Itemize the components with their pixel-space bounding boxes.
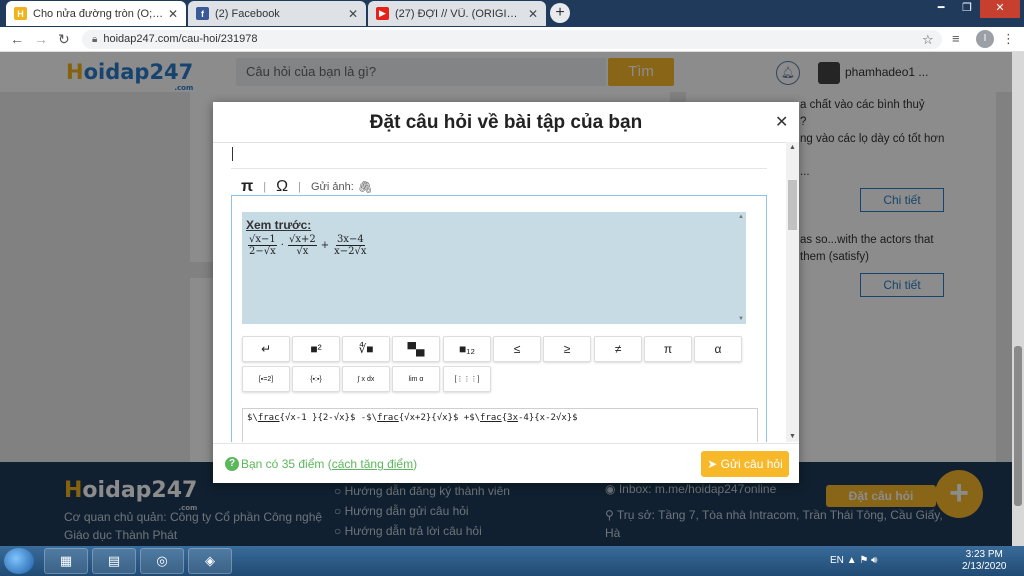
send-icon: ➤: [707, 457, 718, 471]
points-info: Bạn có 35 điểm (cách tăng điểm): [241, 457, 418, 471]
math-editor: Xem trước: √x−1 2−√x · √x+2 √x + 3x−4 x−2√x…: [231, 195, 767, 442]
subscript-key[interactable]: ■₁₂: [443, 336, 491, 362]
close-icon[interactable]: ✕: [528, 7, 538, 21]
back-icon[interactable]: ←: [10, 31, 24, 47]
upload-image-label: Gửi ảnh:: [310, 181, 354, 193]
alpha-key[interactable]: α: [694, 336, 742, 362]
garena-icon[interactable]: ◈: [188, 548, 232, 574]
scroll-up-arrow[interactable]: ▲: [738, 214, 744, 220]
hoidap-icon: H: [14, 7, 27, 20]
preview-panel: Xem trước: √x−1 2−√x · √x+2 √x + 3x−4 x−2√x…: [242, 212, 746, 324]
matrix-key[interactable]: [⋮⋮⋮]: [443, 366, 491, 392]
preview-formula: √x−1 2−√x · √x+2 √x + 3x−4 x−2√x: [248, 234, 367, 257]
latex-input[interactable]: $\frac{√x-1 }{2-√x}$ -$\frac{√x+2}{√x}$ …: [242, 408, 758, 442]
modal-footer: ? Bạn có 35 điểm (cách tăng điểm) ➤ Gửi …: [213, 443, 799, 483]
question-mark-icon: ?: [225, 457, 239, 471]
paperclip-icon[interactable]: 🖇︎: [358, 180, 373, 194]
language-indicator[interactable]: EN: [830, 555, 844, 566]
ask-question-modal: Đặt câu hỏi về bài tập của bạn ✕ π | Ω |…: [213, 102, 799, 483]
submit-question-button[interactable]: ➤ Gửi câu hỏi: [701, 451, 789, 477]
power-key[interactable]: ■²: [292, 336, 340, 362]
symbol-omega-button[interactable]: Ω: [276, 178, 288, 196]
close-window-button[interactable]: ✕: [980, 0, 1020, 18]
integral-key[interactable]: ∫ x dx: [342, 366, 390, 392]
volume-icon[interactable]: 🔊︎: [871, 555, 877, 566]
os-taskbar: ▦ ▤ ◎ ◈ EN ▲ ⚑ 🔊︎ 3:23 PM 2/13/2020: [0, 546, 1024, 576]
network-icon[interactable]: ⚑: [859, 555, 868, 566]
scroll-down-arrow[interactable]: ▼: [738, 316, 744, 322]
chrome-icon[interactable]: ◎: [140, 548, 184, 574]
file-explorer-icon[interactable]: ▦: [44, 548, 88, 574]
url-field[interactable]: 🔒︎ hoidap247.com/cau-hoi/231978: [82, 30, 942, 49]
fraction: √x+2 √x: [287, 234, 317, 257]
text-caret: [232, 147, 233, 161]
earn-points-link[interactable]: cách tăng điểm: [332, 457, 413, 471]
bookmark-star-icon[interactable]: ☆: [922, 32, 934, 48]
forward-icon[interactable]: →: [34, 31, 48, 47]
system-tray: EN ▲ ⚑ 🔊︎: [830, 555, 877, 566]
start-button[interactable]: [4, 548, 34, 574]
system-key[interactable]: [▪=2]: [242, 366, 290, 392]
system-clock[interactable]: 3:23 PM 2/13/2020: [962, 549, 1007, 573]
minimize-button[interactable]: ━: [928, 0, 954, 18]
question-title-input[interactable]: [231, 143, 767, 169]
fraction-key[interactable]: ▀▄: [392, 336, 440, 362]
fraction: √x−1 2−√x: [248, 234, 277, 257]
newline-key[interactable]: ↵: [242, 336, 290, 362]
modal-body: π | Ω | Gửi ảnh: 🖇︎ Xem trước: √x−1 2−√x …: [213, 142, 799, 442]
scrollbar-thumb[interactable]: [1014, 346, 1022, 506]
tab-hoidap[interactable]: H Cho nửa đường tròn (O;R) đường ✕: [6, 1, 186, 26]
modal-title: Đặt câu hỏi về bài tập của bạn: [369, 112, 643, 133]
preview-label: Xem trước:: [246, 218, 312, 232]
scrollbar-thumb[interactable]: [788, 180, 797, 230]
facebook-icon: f: [196, 7, 209, 20]
close-icon[interactable]: ✕: [348, 7, 358, 21]
less-equal-key[interactable]: ≤: [493, 336, 541, 362]
fraction: 3x−4 x−2√x: [334, 234, 367, 257]
root-key[interactable]: ∜■: [342, 336, 390, 362]
scroll-up-arrow[interactable]: ▲: [789, 144, 796, 151]
pi-key[interactable]: π: [644, 336, 692, 362]
editor-toolbar: π | Ω | Gửi ảnh: 🖇︎: [241, 178, 374, 196]
tab-youtube[interactable]: ▶ (27) ĐỢI // VŨ. (ORIGINAL) - You ✕: [368, 1, 546, 26]
maximize-button[interactable]: ❐: [954, 0, 980, 18]
menu-icon[interactable]: ⋮: [1002, 31, 1015, 47]
new-tab-button[interactable]: +: [550, 3, 570, 23]
lock-icon: 🔒︎: [92, 34, 98, 45]
modal-scrollbar[interactable]: ▲ ▼: [786, 142, 799, 442]
cases-key[interactable]: {▪:▪}: [292, 366, 340, 392]
tray-arrow-icon[interactable]: ▲: [847, 555, 857, 566]
limit-key[interactable]: lim α: [392, 366, 440, 392]
extension-icon[interactable]: ≡: [952, 31, 960, 46]
youtube-icon: ▶: [376, 7, 389, 20]
browser-tab-bar: H Cho nửa đường tròn (O;R) đường ✕ f (2)…: [0, 0, 1024, 27]
greater-equal-key[interactable]: ≥: [543, 336, 591, 362]
tab-facebook[interactable]: f (2) Facebook ✕: [188, 1, 366, 26]
page-scrollbar[interactable]: [1012, 52, 1024, 546]
profile-avatar[interactable]: I: [976, 30, 994, 48]
paint-app-icon[interactable]: ▤: [92, 548, 136, 574]
close-icon[interactable]: ✕: [168, 7, 178, 21]
address-bar: ← → ↻ 🔒︎ hoidap247.com/cau-hoi/231978 ☆ ≡…: [0, 27, 1024, 52]
not-equal-key[interactable]: ≠: [594, 336, 642, 362]
close-icon[interactable]: ✕: [775, 112, 788, 132]
math-pi-button[interactable]: π: [241, 178, 253, 196]
scroll-down-arrow[interactable]: ▼: [789, 433, 796, 440]
reload-icon[interactable]: ↻: [58, 31, 70, 48]
window-controls: ━ ❐ ✕: [928, 0, 1020, 18]
